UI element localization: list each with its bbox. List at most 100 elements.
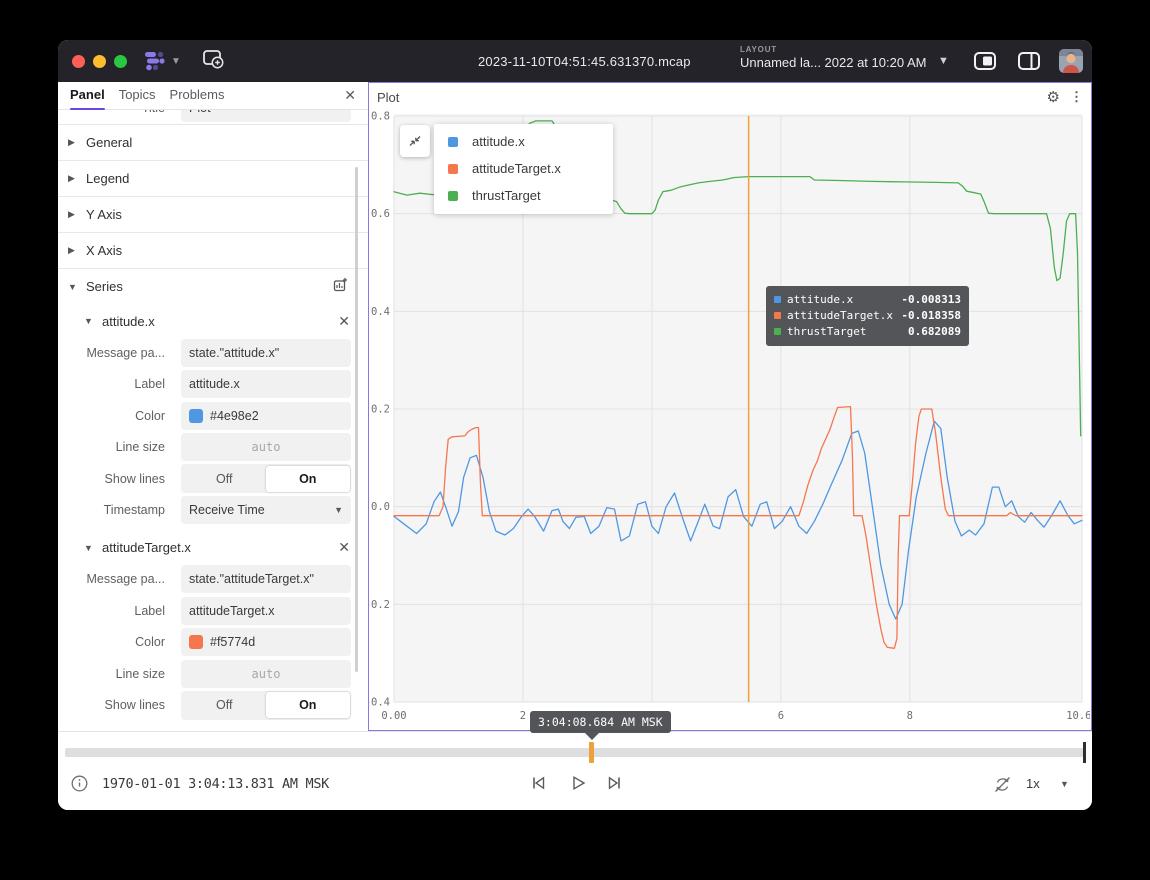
legend-swatch[interactable] <box>448 164 458 174</box>
show-lines-on-button[interactable]: On <box>266 692 350 718</box>
plot-legend: attitude.x attitudeTarget.x thrustTarget <box>434 124 613 214</box>
section-series-label: Series <box>86 279 123 294</box>
series-attitude-x-header[interactable]: ▼ attitude.x ✕ <box>58 304 368 338</box>
title-field-row: Title Plot <box>58 110 368 124</box>
show-lines-on-button[interactable]: On <box>266 466 350 492</box>
scrubber-time-tooltip: 3:04:08.684 AM MSK <box>530 711 671 733</box>
avatar-image <box>1059 49 1083 73</box>
color-hex-value: #f5774d <box>210 635 255 649</box>
section-series[interactable]: ▼ Series <box>58 268 368 304</box>
panel-menu-kebab-icon[interactable]: ⋮ <box>1070 89 1083 105</box>
line-size-input[interactable]: auto <box>181 433 351 461</box>
label-input[interactable]: attitude.x <box>181 370 351 398</box>
scrubber-time-tooltip-text: 3:04:08.684 AM MSK <box>530 711 671 733</box>
current-timestamp[interactable]: 1970-01-01 3:04:13.831 AM MSK <box>102 776 329 792</box>
show-lines-off-button[interactable]: Off <box>183 466 267 492</box>
series-attitude-target-x-header[interactable]: ▼ attitudeTarget.x ✕ <box>58 531 368 565</box>
plot-hover-tooltip: attitude.x -0.008313 attitudeTarget.x -0… <box>766 286 969 346</box>
caret-right-icon: ▶ <box>68 137 82 148</box>
remove-series-icon[interactable]: ✕ <box>338 313 350 330</box>
section-y-axis[interactable]: ▶ Y Axis <box>58 196 368 232</box>
legend-swatch[interactable] <box>448 137 458 147</box>
remove-series-icon[interactable]: ✕ <box>338 539 350 556</box>
playback-end-marker <box>1083 742 1086 763</box>
settings-sidebar: Panel Topics Problems ✕ Title Plot ▶ Gen… <box>58 82 368 731</box>
play-button[interactable] <box>568 773 588 798</box>
playback-info-button[interactable] <box>71 775 88 797</box>
sidebar-close-icon[interactable]: ✕ <box>344 87 356 104</box>
section-legend-label: Legend <box>86 171 129 186</box>
message-path-input[interactable]: state."attitude.x" <box>181 339 351 367</box>
toggle-left-sidebar-button[interactable] <box>972 49 998 78</box>
titlebar: ▼ 2023-11-10T04:51:45.631370.mcap LAYOUT… <box>58 40 1092 82</box>
tab-problems[interactable]: Problems <box>170 87 225 104</box>
playback-position-marker[interactable] <box>589 742 594 763</box>
field-label: Line size <box>58 440 174 454</box>
add-panel-button[interactable] <box>201 48 225 75</box>
legend-item-attitude-x[interactable]: attitude.x <box>434 128 613 155</box>
plot-panel[interactable]: Plot ⚙ ⋮ 0.80.60.40.20.0-0.2-0.40.002468… <box>368 82 1092 731</box>
caret-right-icon: ▶ <box>68 245 82 256</box>
loop-playback-button[interactable] <box>992 774 1013 800</box>
svg-text:0.2: 0.2 <box>371 404 390 416</box>
layout-name: Unnamed la... 2022 at 10:20 AM <box>740 55 940 70</box>
color-swatch[interactable] <box>189 409 203 423</box>
title-field-label: Title <box>58 110 174 115</box>
color-input[interactable]: #4e98e2 <box>181 402 351 430</box>
section-x-axis[interactable]: ▶ X Axis <box>58 232 368 268</box>
add-series-button[interactable] <box>333 277 348 297</box>
color-input[interactable]: #f5774d <box>181 628 351 656</box>
sidebar-scroll: Title Plot ▶ General ▶ Legend ▶ Y Axis ▶ <box>58 110 368 731</box>
color-swatch[interactable] <box>189 635 203 649</box>
label-input[interactable]: attitudeTarget.x <box>181 597 351 625</box>
line-size-input[interactable]: auto <box>181 660 351 688</box>
field-label: Timestamp <box>58 503 174 517</box>
zoom-window-button[interactable] <box>114 55 127 68</box>
field-label: Label <box>58 604 174 618</box>
seek-backward-button[interactable] <box>528 773 548 798</box>
show-lines-off-button[interactable]: Off <box>183 692 267 718</box>
legend-item-thrust-target[interactable]: thrustTarget <box>434 182 613 209</box>
svg-text:0.6: 0.6 <box>371 208 390 220</box>
data-source-title[interactable]: 2023-11-10T04:51:45.631370.mcap <box>478 40 691 82</box>
sidebar-scrollbar[interactable] <box>355 167 358 672</box>
playback-speed-value[interactable]: 1x <box>1026 776 1040 791</box>
plot-panel-header[interactable]: Plot ⚙ ⋮ <box>369 83 1091 111</box>
speed-chevron-down-icon[interactable]: ▼ <box>1060 779 1069 789</box>
tooltip-row: attitudeTarget.x -0.018358 <box>774 307 961 323</box>
tab-panel[interactable]: Panel <box>70 87 105 104</box>
caret-right-icon: ▶ <box>68 209 82 220</box>
svg-text:0.4: 0.4 <box>371 306 390 318</box>
close-window-button[interactable] <box>72 55 85 68</box>
legend-item-attitude-target-x[interactable]: attitudeTarget.x <box>434 155 613 182</box>
timestamp-select[interactable]: Receive Time ▼ <box>181 496 351 524</box>
panel-settings-gear-icon[interactable]: ⚙ <box>1047 88 1060 106</box>
tab-topics[interactable]: Topics <box>119 87 156 104</box>
collapse-legend-button[interactable] <box>400 125 430 157</box>
toggle-right-sidebar-button[interactable] <box>1016 49 1042 78</box>
field-label: Show lines <box>58 698 174 712</box>
section-legend[interactable]: ▶ Legend <box>58 160 368 196</box>
layout-menu-button[interactable]: LAYOUT Unnamed la... 2022 at 10:20 AM <box>740 45 940 70</box>
sidebar-tabbar: Panel Topics Problems ✕ <box>58 82 368 110</box>
svg-text:-0.4: -0.4 <box>369 697 390 709</box>
seek-forward-button[interactable] <box>605 773 625 798</box>
section-general[interactable]: ▶ General <box>58 124 368 160</box>
app-menu-button[interactable]: ▼ <box>141 48 181 74</box>
playback-scrubber[interactable] <box>65 748 1085 757</box>
loop-off-icon <box>992 774 1013 795</box>
field-message-path: Message pa... state."attitudeTarget.x" <box>58 565 368 594</box>
chevron-down-icon: ▼ <box>171 56 181 67</box>
layout-chevron-down-icon[interactable]: ▼ <box>938 55 949 67</box>
title-field-input[interactable]: Plot <box>181 110 351 122</box>
legend-label: attitude.x <box>472 134 525 149</box>
legend-swatch[interactable] <box>448 191 458 201</box>
plot-panel-title: Plot <box>377 90 399 105</box>
message-path-input[interactable]: state."attitudeTarget.x" <box>181 565 351 593</box>
field-label: Label attitude.x <box>58 370 368 399</box>
user-avatar[interactable] <box>1059 49 1083 73</box>
minimize-window-button[interactable] <box>93 55 106 68</box>
field-show-lines: Show lines Off On <box>58 691 368 720</box>
tooltip-value: -0.008313 <box>901 293 961 306</box>
field-label: Color <box>58 635 174 649</box>
